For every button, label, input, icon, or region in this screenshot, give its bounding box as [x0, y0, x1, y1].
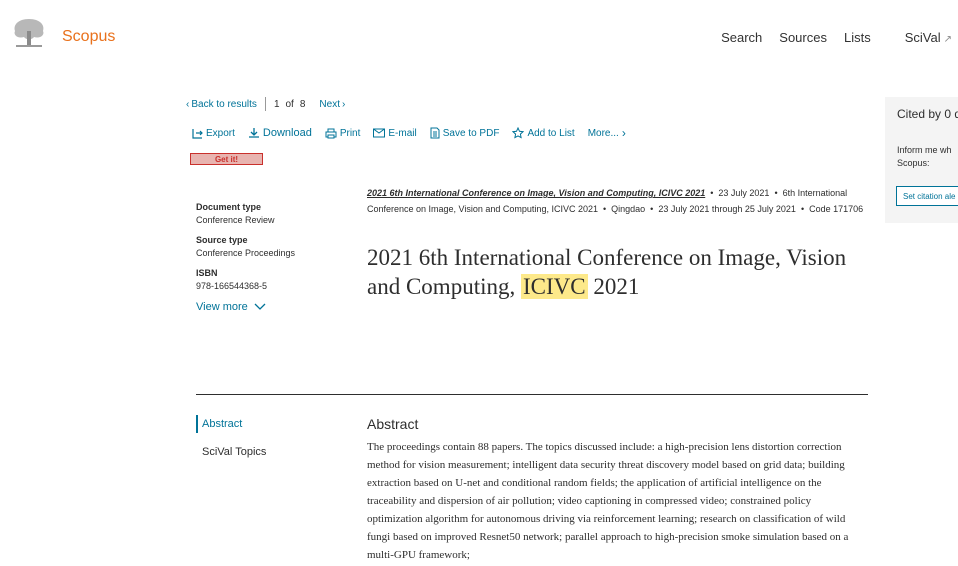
nav-lists[interactable]: Lists: [844, 30, 871, 45]
chevron-right-icon: ›: [621, 126, 626, 140]
add-to-list-button[interactable]: Add to List: [512, 127, 575, 139]
star-icon: [512, 127, 525, 139]
next-link[interactable]: Next: [319, 99, 340, 110]
divider: [264, 97, 266, 111]
get-it-button[interactable]: Get it!: [190, 153, 263, 165]
section-nav-abstract[interactable]: Abstract: [196, 415, 266, 433]
section-divider: [196, 394, 868, 395]
export-button[interactable]: Export: [192, 128, 235, 139]
email-icon: [373, 128, 386, 138]
email-button[interactable]: E-mail: [373, 128, 417, 139]
chevron-right-icon: ›: [341, 98, 346, 110]
conference-link[interactable]: 2021 6th International Conference on Ima…: [367, 188, 705, 198]
get-it-label: Get it!: [214, 154, 239, 164]
document-title: 2021 6th International Conference on Ima…: [367, 245, 847, 299]
inform-text: Inform me wh Scopus:: [897, 145, 952, 168]
elsevier-tree-logo[interactable]: [10, 13, 48, 49]
search-term-highlight: ICIVC: [520, 274, 588, 299]
result-of: of: [285, 98, 294, 110]
bullet: •: [602, 204, 607, 214]
conference-place: Qingdao: [611, 204, 646, 214]
download-button[interactable]: Download: [248, 127, 312, 139]
pdf-icon: [430, 127, 440, 139]
nav-scival[interactable]: SciVal ↗: [888, 30, 952, 45]
bullet: •: [650, 204, 654, 214]
result-navigation: ‹ Back to results 1 of 8 Next ›: [186, 97, 345, 111]
view-more-button[interactable]: View more: [196, 301, 346, 313]
top-nav: Search Sources Lists SciVal ↗: [704, 30, 952, 45]
chevron-down-icon: [254, 303, 266, 310]
section-nav: Abstract SciVal Topics: [196, 415, 266, 461]
export-icon: [192, 128, 203, 139]
isbn-value: 978-166544368-5: [196, 281, 268, 291]
document-metadata: Document type Conference Review Source t…: [196, 202, 346, 313]
set-citation-alert-button[interactable]: Set citation ale: [896, 186, 958, 206]
abstract-heading: Abstract: [367, 416, 419, 432]
source-type-label: Source type: [196, 235, 248, 245]
document-toolbar: Export Download Print E-mail Save to PDF…: [192, 126, 639, 140]
conference-code: Code 171706: [809, 204, 864, 214]
print-icon: [325, 128, 337, 138]
doc-type-value: Conference Review: [196, 215, 275, 225]
source-type-value: Conference Proceedings: [196, 248, 296, 258]
bullet: •: [774, 188, 778, 198]
cited-by-title: Cited by 0 d: [897, 107, 958, 121]
publication-date: 23 July 2021: [718, 188, 770, 198]
section-nav-scival-topics[interactable]: SciVal Topics: [196, 443, 266, 461]
source-info: 2021 6th International Conference on Ima…: [367, 185, 867, 217]
doc-type-label: Document type: [196, 202, 262, 212]
isbn-label: ISBN: [196, 268, 218, 278]
abstract-text: The proceedings contain 88 papers. The t…: [367, 441, 849, 561]
bullet: •: [800, 204, 805, 214]
external-link-icon: ↗: [943, 34, 952, 45]
save-pdf-button[interactable]: Save to PDF: [430, 127, 499, 139]
result-position: 1: [273, 98, 280, 110]
conference-date-range: 23 July 2021 through 25 July 2021: [658, 204, 796, 214]
chevron-left-icon: ‹: [186, 98, 190, 110]
cited-by-panel: Cited by 0 d Inform me wh Scopus: Set ci…: [885, 97, 958, 223]
more-button[interactable]: More... ›: [588, 126, 626, 140]
bullet: •: [710, 188, 714, 198]
scopus-brand[interactable]: Scopus: [62, 28, 115, 46]
nav-search[interactable]: Search: [721, 30, 762, 45]
result-total: 8: [299, 98, 306, 110]
back-to-results-link[interactable]: Back to results: [191, 99, 257, 110]
nav-sources[interactable]: Sources: [779, 30, 827, 45]
download-icon: [248, 128, 259, 138]
print-button[interactable]: Print: [325, 128, 360, 139]
